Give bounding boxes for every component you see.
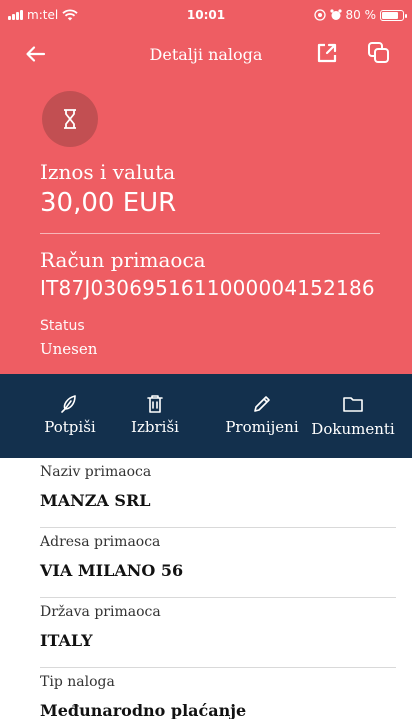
detail-label: Tip naloga xyxy=(40,674,115,690)
summary-divider xyxy=(40,233,380,234)
battery-level xyxy=(382,11,398,19)
alarm-icon xyxy=(329,9,342,20)
detail-order-type: Tip naloga Međunarodno plaćanje xyxy=(40,668,396,719)
navigation-bar: Detalji naloga xyxy=(0,30,412,78)
documents-label: Dokumenti xyxy=(311,420,395,438)
delete-label: Izbriši xyxy=(131,418,179,436)
battery-percent: 80 % xyxy=(345,8,377,22)
detail-label: Država primaoca xyxy=(40,604,161,620)
edit-label: Promijeni xyxy=(225,418,299,436)
status-value: Unesen xyxy=(40,340,98,358)
sign-icon xyxy=(61,395,76,413)
trash-icon xyxy=(147,395,163,413)
sign-button[interactable]: Potpiši xyxy=(40,392,100,436)
hourglass-icon xyxy=(64,109,76,129)
status-label: Status xyxy=(40,318,85,334)
sign-label: Potpiši xyxy=(44,418,96,436)
detail-value: MANZA SRL xyxy=(40,491,151,510)
open-external-icon[interactable] xyxy=(314,40,340,66)
detail-label: Adresa primaoca xyxy=(40,534,161,550)
detail-recipient-country: Država primaoca ITALY xyxy=(40,598,396,668)
detail-recipient-name: Naziv primaoca MANZA SRL xyxy=(40,458,396,528)
delete-button[interactable]: Izbriši xyxy=(122,392,188,436)
detail-label: Naziv primaoca xyxy=(40,464,152,480)
detail-recipient-address: Adresa primaoca VIA MILANO 56 xyxy=(40,528,396,598)
copy-icon[interactable] xyxy=(366,40,392,66)
edit-button[interactable]: Promijeni xyxy=(218,392,306,436)
order-summary-panel: m:tel 10:01 80 % Detalji naloga Iznos i … xyxy=(0,0,412,374)
edit-icon xyxy=(254,396,270,412)
folder-icon xyxy=(343,397,363,412)
detail-value: VIA MILANO 56 xyxy=(40,561,184,580)
amount-label: Iznos i valuta xyxy=(40,160,176,184)
recipient-account-number: IT87J0306951611000004152186 xyxy=(40,276,375,300)
recipient-account-label: Račun primaoca xyxy=(40,248,206,272)
status-bar: m:tel 10:01 80 % xyxy=(0,0,412,28)
order-status-badge xyxy=(42,91,98,147)
documents-button[interactable]: Dokumenti xyxy=(308,392,398,438)
amount-value: 30,00 EUR xyxy=(40,188,177,218)
location-icon xyxy=(313,9,326,21)
action-bar: Potpiši Izbriši Promijeni Dokumenti xyxy=(0,374,412,458)
status-indicators: 80 % xyxy=(313,8,407,22)
page-title: Detalji naloga xyxy=(149,45,263,64)
detail-value: ITALY xyxy=(40,631,93,650)
detail-value: Međunarodno plaćanje xyxy=(40,701,247,719)
order-details-list: Naziv primaoca MANZA SRL Adresa primaoca… xyxy=(0,458,412,719)
battery-icon xyxy=(380,9,407,21)
